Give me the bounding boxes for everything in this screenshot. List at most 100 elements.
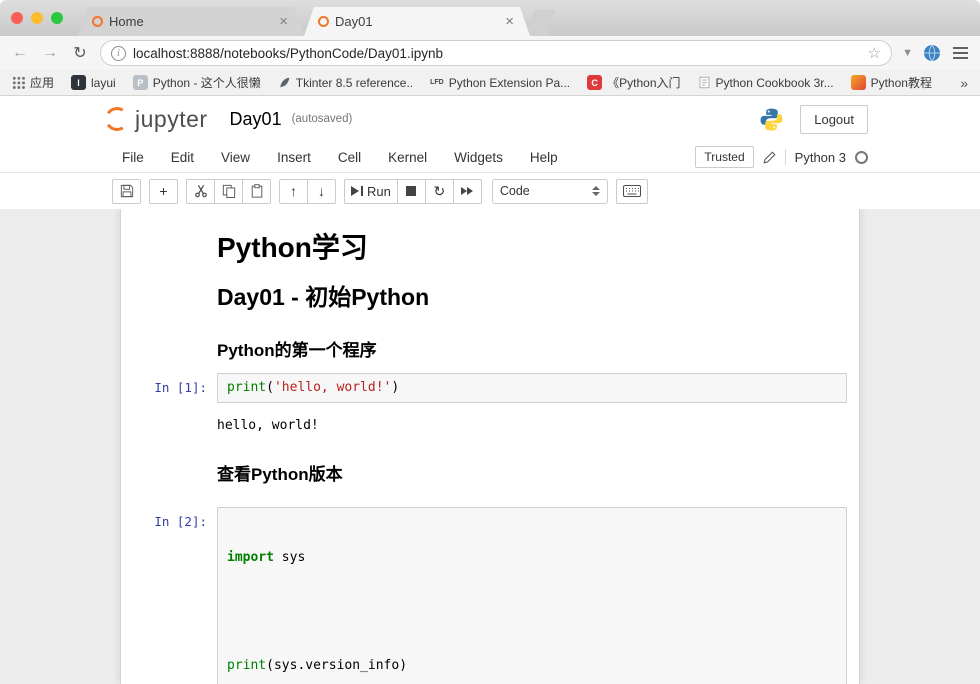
menu-widgets[interactable]: Widgets <box>454 150 503 165</box>
run-label: Run <box>367 184 391 199</box>
code-token: 'hello, world!' <box>274 380 391 395</box>
logout-button[interactable]: Logout <box>800 105 868 134</box>
notebook-scroll-area[interactable]: Python学习 Day01 - 初始Python Python的第一个程序 I… <box>0 209 980 684</box>
globe-extension-icon[interactable] <box>923 44 941 62</box>
downloads-dropdown-icon[interactable]: ▼ <box>902 47 913 59</box>
bookmark-label: 《Python入门 <box>607 74 680 91</box>
code-token: ( <box>266 380 274 395</box>
play-icon <box>351 186 359 196</box>
tab-label: Day01 <box>335 14 497 29</box>
jupyter-favicon-icon <box>318 16 329 27</box>
bookmark-python-cookbook[interactable]: Python Cookbook 3r... <box>698 76 834 90</box>
paste-cell-button[interactable] <box>242 179 271 204</box>
bookmark-tkinter[interactable]: Tkinter 8.5 reference.. <box>278 76 413 90</box>
autosave-status: (autosaved) <box>292 113 353 125</box>
tab-close-icon[interactable]: × <box>277 14 290 29</box>
run-cell-button[interactable]: Run <box>344 179 398 204</box>
browser-menu-icon[interactable] <box>951 45 970 61</box>
input-prompt: In [1]: <box>127 373 217 403</box>
output-area-1: hello, world! <box>121 409 859 443</box>
blank-line <box>227 603 837 621</box>
output-prompt <box>126 413 216 439</box>
zoom-window-button[interactable] <box>51 12 63 24</box>
menu-view[interactable]: View <box>221 150 250 165</box>
menu-kernel[interactable]: Kernel <box>388 150 427 165</box>
url-text[interactable]: localhost:8888/notebooks/PythonCode/Day0… <box>133 46 861 61</box>
cell-type-value: Code <box>500 184 592 198</box>
feather-icon <box>278 76 291 89</box>
menu-cell[interactable]: Cell <box>338 150 361 165</box>
notebook-title[interactable]: Day01 <box>230 109 282 130</box>
code-cell-2[interactable]: In [2]: import sys print(sys.version_inf… <box>121 501 859 684</box>
tab-home[interactable]: Home × <box>78 7 304 36</box>
prompt-area <box>127 341 217 361</box>
book-icon <box>698 76 711 89</box>
prompt-area <box>127 284 217 310</box>
url-bar[interactable]: i localhost:8888/notebooks/PythonCode/Da… <box>100 40 892 66</box>
bookmark-python-tutorial[interactable]: Python教程 <box>851 74 932 91</box>
jupyter-logo-icon <box>104 106 130 132</box>
restart-kernel-button[interactable]: ↻ <box>425 179 454 204</box>
bookmark-python-profile[interactable]: P Python - 这个人很懒 <box>133 74 261 91</box>
input-prompt: In [2]: <box>127 507 217 684</box>
menu-help[interactable]: Help <box>530 150 558 165</box>
tab-day01[interactable]: Day01 × <box>304 7 530 36</box>
menu-insert[interactable]: Insert <box>277 150 311 165</box>
close-window-button[interactable] <box>11 12 23 24</box>
jupyter-logo-text: jupyter <box>135 106 208 133</box>
code-token: print <box>227 658 266 673</box>
restart-run-all-button[interactable] <box>453 179 482 204</box>
bookmark-label: Python教程 <box>871 74 932 91</box>
cut-cell-button[interactable] <box>186 179 215 204</box>
minimize-window-button[interactable] <box>31 12 43 24</box>
add-cell-button[interactable]: + <box>149 179 178 204</box>
apps-grid-icon <box>12 76 25 89</box>
copy-cell-button[interactable] <box>214 179 243 204</box>
kernel-status-icon <box>855 151 868 164</box>
trusted-badge[interactable]: Trusted <box>695 146 753 168</box>
markdown-cell-first-program[interactable]: Python的第一个程序 <box>121 335 859 367</box>
bookmark-python-extension[interactable]: LFD Python Extension Pa... <box>430 76 570 90</box>
bookmark-python-intro[interactable]: C 《Python入门 <box>587 74 680 91</box>
save-button[interactable] <box>112 179 141 204</box>
bookmarks-bar: 应用 l layui P Python - 这个人很懒 Tkinter 8.5 … <box>0 70 980 96</box>
move-cell-up-button[interactable]: ↑ <box>279 179 308 204</box>
new-tab-button[interactable] <box>526 10 556 36</box>
code-cell-1[interactable]: In [1]: print('hello, world!') <box>121 367 859 409</box>
tab-close-icon[interactable]: × <box>503 14 516 29</box>
prompt-area <box>127 465 217 485</box>
code-token: ) <box>391 380 399 395</box>
cell-type-select[interactable]: Code <box>492 179 608 204</box>
forward-icon[interactable]: → <box>40 44 60 62</box>
tutorial-icon <box>851 75 866 90</box>
menu-file[interactable]: File <box>122 150 144 165</box>
jupyter-toolbar: + ↑ ↓ Run ↻ C <box>0 173 980 209</box>
python-logo-icon <box>759 107 784 132</box>
interrupt-kernel-button[interactable] <box>397 179 426 204</box>
markdown-cell-day01[interactable]: Day01 - 初始Python <box>121 278 859 316</box>
menu-edit[interactable]: Edit <box>171 150 194 165</box>
bookmark-apps[interactable]: 应用 <box>12 74 54 91</box>
browser-window: Home × Day01 × ← → ↻ i localhost:8888/no… <box>0 0 980 684</box>
code-editor[interactable]: print('hello, world!') <box>217 373 847 403</box>
bookmark-star-icon[interactable]: ☆ <box>868 44 881 62</box>
page-info-icon[interactable]: i <box>111 46 126 61</box>
move-cell-down-button[interactable]: ↓ <box>307 179 336 204</box>
markdown-cell-check-version[interactable]: 查看Python版本 <box>121 459 859 491</box>
code-token: import <box>227 550 274 565</box>
bookmark-label: Python Extension Pa... <box>449 76 570 90</box>
stop-icon <box>406 186 416 196</box>
python-profile-icon: P <box>133 75 148 90</box>
command-palette-button[interactable] <box>616 179 648 204</box>
bookmark-layui[interactable]: l layui <box>71 75 116 90</box>
reload-icon[interactable]: ↻ <box>70 43 90 63</box>
heading-3: 查看Python版本 <box>217 465 847 485</box>
pencil-icon[interactable] <box>763 151 776 164</box>
jupyter-logo[interactable]: jupyter <box>104 106 208 133</box>
bookmarks-overflow-icon[interactable]: » <box>960 75 968 91</box>
back-icon[interactable]: ← <box>10 44 30 62</box>
markdown-cell-title[interactable]: Python学习 <box>121 224 859 270</box>
heading-2: Day01 - 初始Python <box>217 284 847 310</box>
code-editor[interactable]: import sys print(sys.version_info) print… <box>217 507 847 684</box>
csdn-icon: C <box>587 75 602 90</box>
